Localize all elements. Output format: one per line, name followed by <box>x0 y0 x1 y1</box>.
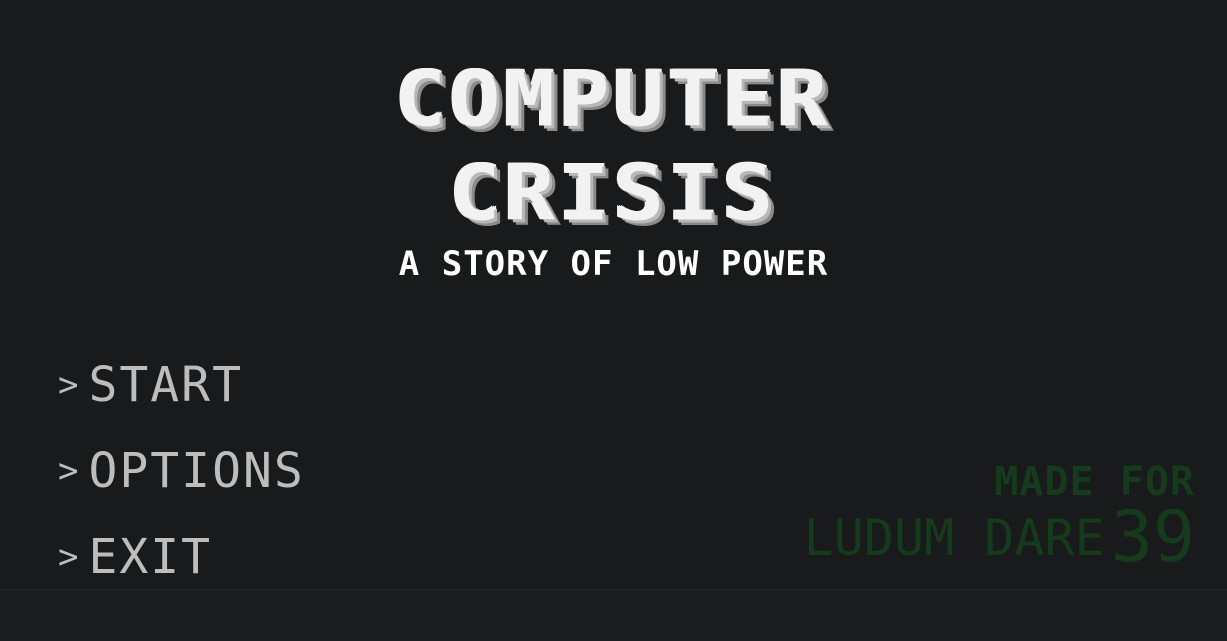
menu-exit[interactable]: > EXIT <box>58 514 305 600</box>
menu-exit-label: EXIT <box>88 529 213 585</box>
title-screen: COMPUTER CRISIS A STORY OF LOW POWER > S… <box>0 0 1227 641</box>
bottom-bar <box>0 589 1227 641</box>
caret-icon: > <box>58 365 79 405</box>
title-line-1: COMPUTER <box>395 53 832 145</box>
main-menu: > START > OPTIONS > EXIT <box>58 342 305 600</box>
menu-options[interactable]: > OPTIONS <box>58 428 305 514</box>
caret-icon: > <box>58 537 79 577</box>
ludum-dare-badge: MADE FOR LUDUM DARE39 <box>803 458 1195 572</box>
subtitle: A STORY OF LOW POWER <box>398 244 829 284</box>
badge-event-number: 39 <box>1110 496 1195 578</box>
badge-event: LUDUM DARE39 <box>803 502 1195 572</box>
menu-start-label: START <box>88 357 243 413</box>
badge-event-name: LUDUM DARE <box>803 509 1105 567</box>
menu-start[interactable]: > START <box>58 342 305 428</box>
title-line-2: CRISIS <box>449 147 778 239</box>
caret-icon: > <box>58 451 79 491</box>
game-title: COMPUTER CRISIS A STORY OF LOW POWER <box>0 52 1227 284</box>
menu-options-label: OPTIONS <box>88 443 305 499</box>
